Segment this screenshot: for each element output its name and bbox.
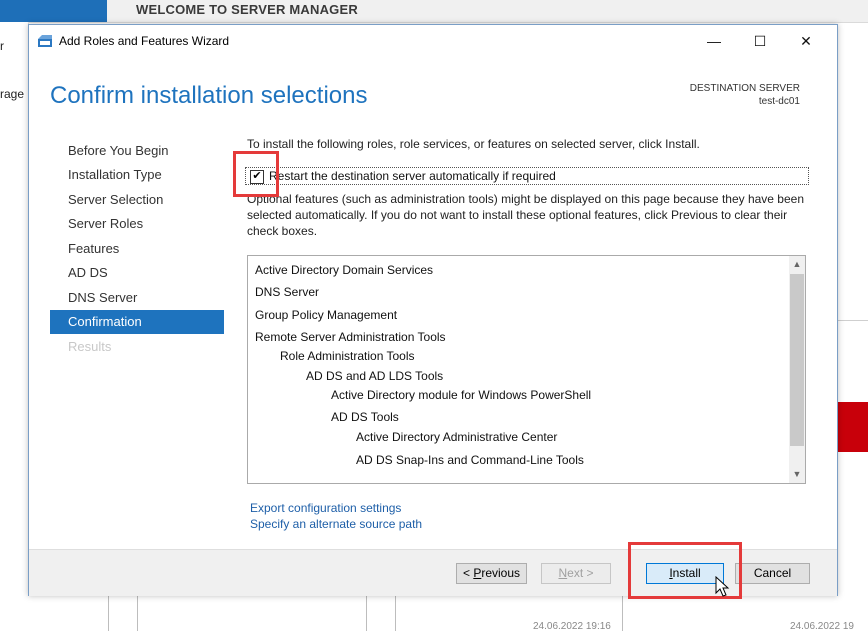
installation-selections-list[interactable]: Active Directory Domain Services DNS Ser… — [247, 255, 806, 484]
destination-server-label: DESTINATION SERVER — [689, 83, 800, 94]
list-item: Active Directory Domain Services — [255, 263, 434, 277]
nav-server-roles[interactable]: Server Roles — [50, 212, 224, 236]
sidebar-fragment-2: rage — [0, 87, 25, 101]
scroll-down-icon[interactable]: ▼ — [789, 466, 805, 482]
previous-prefix: < — [462, 566, 474, 580]
close-button[interactable]: ✕ — [783, 25, 829, 57]
previous-button[interactable]: < Previous — [456, 563, 527, 584]
restart-checkbox-label[interactable]: Restart the destination server automatic… — [269, 169, 556, 183]
server-manager-blue-tile — [0, 0, 107, 22]
export-settings-link[interactable]: Export configuration settings — [250, 501, 401, 515]
list-scrollbar[interactable]: ▲ ▼ — [789, 256, 805, 483]
next-button: Next > — [541, 563, 611, 584]
mouse-pointer-icon — [715, 576, 730, 597]
next-rest: ext > — [567, 566, 594, 580]
background-divider — [137, 596, 138, 631]
nav-features[interactable]: Features — [50, 237, 224, 261]
window-title: Add Roles and Features Wizard — [59, 34, 230, 48]
sidebar-fragment-1: r — [0, 39, 4, 53]
server-manager-icon — [38, 35, 52, 47]
list-item: Role Administration Tools — [280, 349, 415, 363]
nav-ad-ds[interactable]: AD DS — [50, 261, 224, 285]
list-item: DNS Server — [255, 285, 320, 299]
add-roles-wizard-window: Add Roles and Features Wizard — ☐ ✕ Conf… — [28, 24, 838, 596]
nav-before-you-begin[interactable]: Before You Begin — [50, 139, 224, 163]
background-divider — [108, 596, 109, 631]
list-item: Active Directory module for Windows Powe… — [331, 388, 592, 402]
maximize-button[interactable]: ☐ — [737, 25, 783, 57]
background-bottom-area — [0, 596, 868, 631]
nav-dns-server[interactable]: DNS Server — [50, 286, 224, 310]
minimize-button[interactable]: — — [691, 25, 737, 57]
scroll-up-icon[interactable]: ▲ — [789, 256, 805, 272]
list-item: Remote Server Administration Tools — [255, 330, 446, 344]
server-manager-header — [0, 0, 868, 23]
list-item: AD DS Snap-Ins and Command-Line Tools — [356, 453, 584, 467]
list-item: Group Policy Management — [255, 308, 398, 322]
wizard-titlebar[interactable]: Add Roles and Features Wizard — ☐ ✕ — [29, 25, 837, 57]
server-manager-sidebar: r rage — [0, 22, 29, 631]
list-item: AD DS and AD LDS Tools — [306, 369, 444, 383]
nav-results: Results — [68, 339, 112, 354]
cancel-button[interactable]: Cancel — [735, 563, 810, 584]
nav-installation-type[interactable]: Installation Type — [50, 163, 224, 187]
alternate-source-link[interactable]: Specify an alternate source path — [250, 517, 422, 531]
background-timestamp: 24.06.2022 19:16 — [533, 621, 611, 632]
nav-confirmation[interactable]: Confirmation — [50, 310, 224, 334]
background-divider — [622, 596, 623, 631]
next-accel: N — [558, 566, 568, 580]
destination-server-value: test-dc01 — [758, 96, 800, 107]
list-item: AD DS Tools — [331, 410, 399, 424]
welcome-title: WELCOME TO SERVER MANAGER — [136, 2, 358, 17]
page-title: Confirm installation selections — [50, 82, 368, 109]
background-divider — [366, 596, 367, 631]
background-divider — [395, 596, 396, 631]
list-item: Active Directory Administrative Center — [356, 430, 558, 444]
background-timestamp: 24.06.2022 19 — [790, 621, 854, 632]
intro-text: To install the following roles, role ser… — [247, 137, 700, 151]
nav-server-selection[interactable]: Server Selection — [50, 188, 224, 212]
previous-rest: revious — [481, 566, 521, 580]
highlight-restart-checkbox — [233, 151, 279, 197]
optional-features-note: Optional features (such as administratio… — [247, 192, 805, 238]
scroll-thumb[interactable] — [790, 274, 804, 446]
restart-checkbox-row[interactable]: ✔ Restart the destination server automat… — [245, 167, 809, 185]
